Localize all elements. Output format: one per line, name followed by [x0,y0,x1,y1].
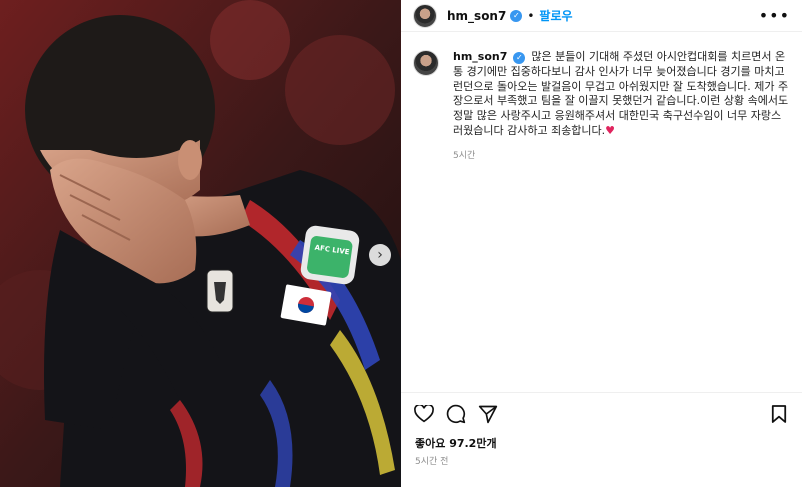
follow-button[interactable]: 팔로우 [539,7,572,24]
header-separator: • [527,8,535,23]
action-bar [413,402,790,426]
posted-time: 5시간 전 [415,457,449,467]
post-image[interactable]: AFC LIVE › [0,0,401,487]
carousel-next-button[interactable]: › [369,244,391,266]
bookmark-icon[interactable] [768,403,790,425]
post-panel: hm_son7 ✓ • 팔로우 ••• hm_son7 ✓ 많은 분들이 기대해 주… [401,0,802,487]
caption-body: 많은 분들이 기대해 주셨던 아시안컵대회를 치르면서 온통 경기에만 집중하다… [453,50,789,137]
comment-icon[interactable] [445,403,467,425]
likes-count[interactable]: 좋아요 97.2만개 [415,435,497,451]
chevron-right-icon: › [377,247,383,263]
post-header: hm_son7 ✓ • 팔로우 ••• [401,0,802,32]
caption-time: 5시간 [453,150,476,161]
divider [401,392,802,393]
caption-section: hm_son7 ✓ 많은 분들이 기대해 주셨던 아시안컵대회를 치르면서 온통 경… [401,32,802,161]
post-photo-illustration [0,0,401,487]
heart-icon[interactable] [413,403,435,425]
caption-avatar[interactable] [413,50,439,76]
verified-badge-icon: ✓ [510,9,523,22]
share-icon[interactable] [477,403,499,425]
caption-verified-badge-icon: ✓ [513,52,526,65]
header-username[interactable]: hm_son7 [447,9,506,23]
more-options-icon[interactable]: ••• [759,6,790,25]
heart-emoji: ♥ [605,123,616,137]
caption-username[interactable]: hm_son7 [453,50,507,63]
avatar[interactable] [413,3,437,28]
caption-text: hm_son7 ✓ 많은 분들이 기대해 주셨던 아시안컵대회를 치르면서 온통 경… [453,50,790,139]
